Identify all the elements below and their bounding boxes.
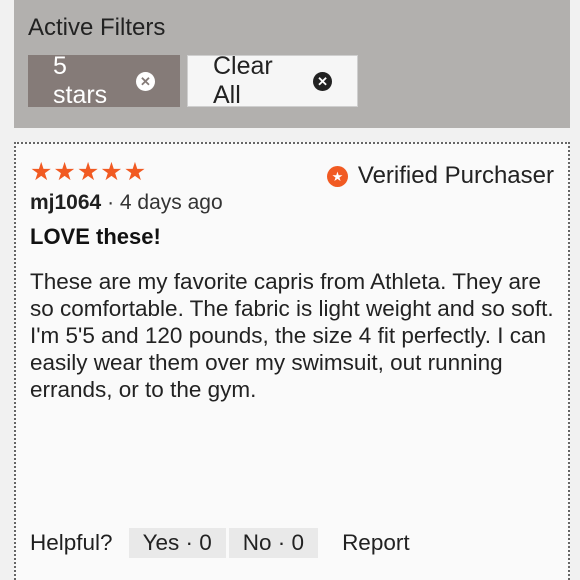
close-circle-icon[interactable]: ✕ (136, 71, 155, 91)
reviewer-username[interactable]: mj1064 (30, 191, 101, 214)
review-footer: Helpful? Yes · 0 No · 0 Report (30, 528, 410, 558)
star-icon: ★ (76, 158, 100, 186)
star-icon: ★ (30, 158, 53, 186)
clear-all-button[interactable]: Clear All ✕ (187, 52, 358, 109)
active-filters-panel: Active Filters 5 stars ✕ Clear All ✕ (14, 0, 570, 128)
review-meta: mj1064 · 4 days ago (30, 191, 223, 215)
review-age: 4 days ago (119, 191, 223, 214)
review-title: LOVE these! (30, 224, 161, 249)
verified-label: Verified Purchaser (357, 162, 554, 189)
close-circle-icon[interactable]: ✕ (313, 71, 332, 91)
star-icon: ★ (123, 158, 147, 186)
filter-chip-5-stars[interactable]: 5 stars ✕ (28, 52, 180, 109)
review-body: These are my favorite capris from Athlet… (30, 269, 554, 402)
verified-purchaser-badge: ★ Verified Purchaser (326, 162, 554, 190)
report-link[interactable]: Report (342, 530, 410, 556)
filter-chip-label: 5 stars (53, 52, 108, 109)
star-badge-icon: ★ (326, 165, 348, 187)
review-card: ★ ★ ★ ★ ★ ★ Verified Purchaser mj1064 · 4 da… (14, 142, 570, 580)
meta-separator: · (101, 191, 120, 214)
star-icon: ★ (100, 158, 123, 186)
active-filters-title: Active Filters (28, 14, 166, 41)
star-icon: ★ (53, 158, 76, 186)
clear-all-label: Clear All (213, 52, 273, 109)
helpful-yes-button[interactable]: Yes · 0 (128, 528, 226, 558)
helpful-no-button[interactable]: No · 0 (228, 528, 319, 558)
star-rating: ★ ★ ★ ★ ★ (30, 158, 146, 186)
helpful-label: Helpful? (30, 530, 113, 555)
